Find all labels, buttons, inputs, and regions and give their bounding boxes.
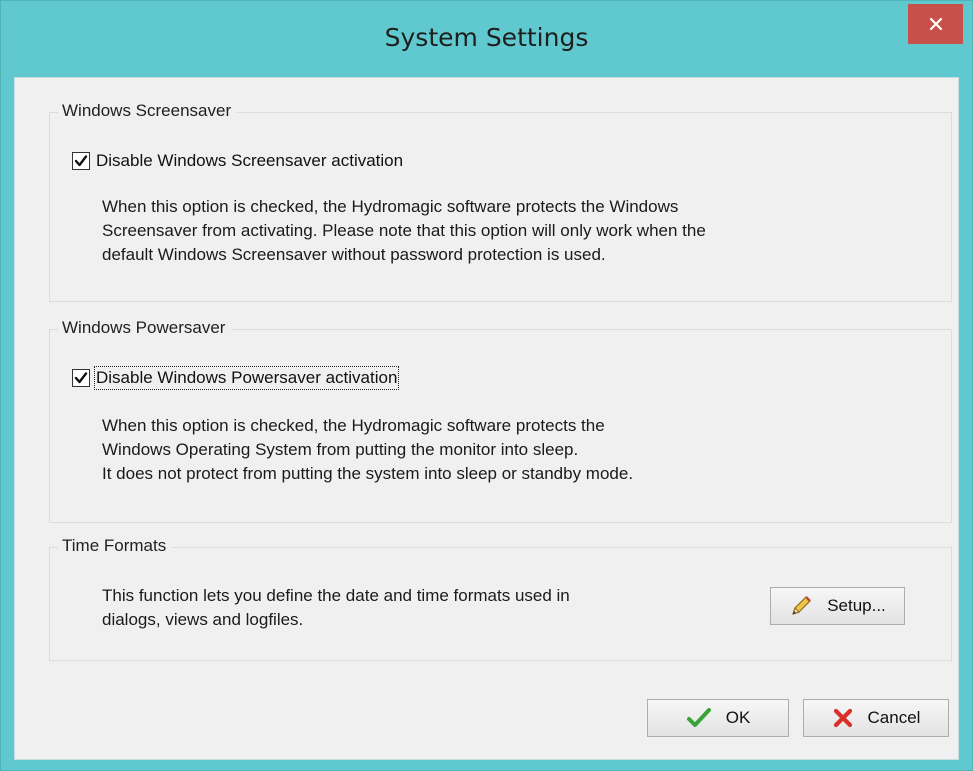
powersaver-checkbox-label[interactable]: Disable Windows Powersaver activation [93,366,400,390]
dialog-client-area: Windows Screensaver Disable Windows Scre… [14,77,959,760]
screensaver-description-line: When this option is checked, the Hydroma… [102,197,679,216]
screensaver-checkbox-label[interactable]: Disable Windows Screensaver activation [96,151,403,171]
screensaver-group: Windows Screensaver Disable Windows Scre… [49,101,952,302]
powersaver-description: When this option is checked, the Hydroma… [102,414,633,486]
screensaver-group-title: Windows Screensaver [58,101,238,121]
powersaver-checkbox-row[interactable]: Disable Windows Powersaver activation [72,366,400,390]
screensaver-description-line: Screensaver from activating. Please note… [102,221,706,240]
close-icon [929,17,942,31]
checkbox-check-icon [74,372,88,384]
time-formats-description-line: dialogs, views and logfiles. [102,610,304,629]
close-button[interactable] [908,4,963,44]
checkbox-check-icon [74,155,88,167]
green-check-icon [686,707,712,729]
screensaver-checkbox[interactable] [72,152,90,170]
system-settings-window: System Settings Windows Screensaver Disa… [0,0,973,771]
screensaver-description: When this option is checked, the Hydroma… [102,195,706,267]
red-x-icon [832,707,854,729]
powersaver-description-line: When this option is checked, the Hydroma… [102,416,605,435]
powersaver-group-title: Windows Powersaver [58,318,232,338]
setup-button[interactable]: Setup... [770,587,905,625]
time-formats-description-line: This function lets you define the date a… [102,586,570,605]
powersaver-description-line: Windows Operating System from putting th… [102,440,579,459]
ok-button[interactable]: OK [647,699,789,737]
cancel-button-label: Cancel [867,708,921,727]
time-formats-description: This function lets you define the date a… [102,584,570,632]
powersaver-group: Windows Powersaver Disable Windows Power… [49,318,952,523]
cancel-button[interactable]: Cancel [803,699,949,737]
powersaver-description-line: It does not protect from putting the sys… [102,464,634,483]
powersaver-checkbox[interactable] [72,369,90,387]
setup-button-label: Setup... [827,596,886,615]
time-formats-group-title: Time Formats [58,536,173,556]
window-title: System Settings [384,23,589,52]
screensaver-description-line: default Windows Screensaver without pass… [102,245,606,264]
time-formats-group: Time Formats This function lets you defi… [49,536,952,661]
ok-button-label: OK [725,708,751,727]
title-bar[interactable]: System Settings [1,1,972,77]
pencil-icon [789,594,813,618]
screensaver-checkbox-row[interactable]: Disable Windows Screensaver activation [72,151,403,171]
